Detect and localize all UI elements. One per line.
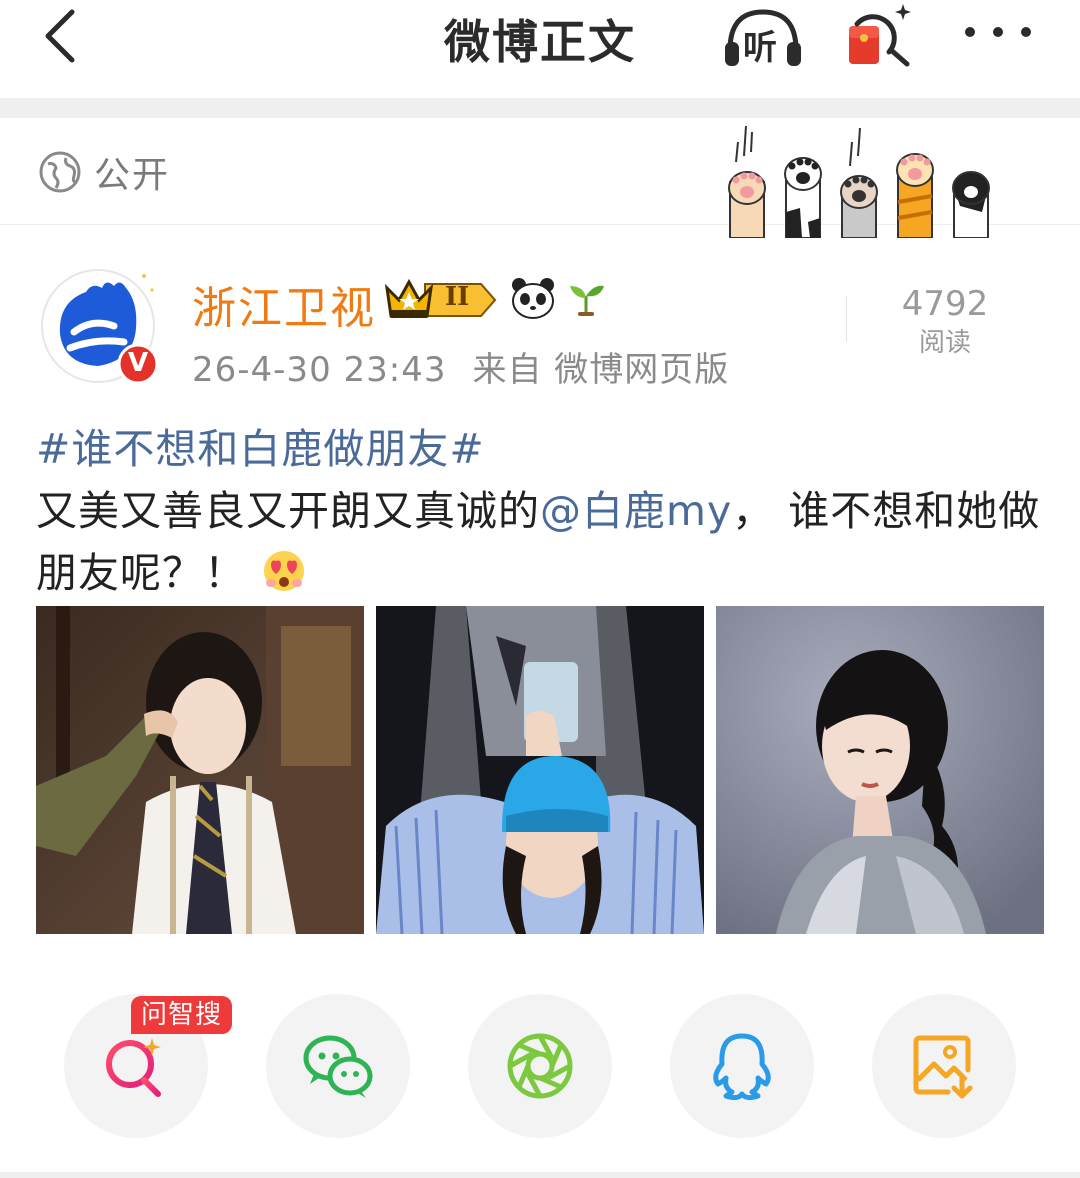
qq-share-button[interactable]: [670, 994, 814, 1138]
wechat-icon: [303, 1035, 373, 1098]
post-body: #谁不想和白鹿做朋友# 又美又善良又开朗又真诚的@白鹿my， 谁不想和她做朋友呢…: [36, 418, 1046, 604]
wechat-share-button[interactable]: [266, 994, 410, 1138]
listen-button[interactable]: 听: [722, 4, 804, 70]
cat-paws-decoration: [728, 125, 990, 238]
ai-search-tag: 问智搜: [131, 996, 233, 1034]
stats-divider: [846, 296, 847, 342]
visibility-label: 公开: [94, 155, 171, 196]
qq-icon: [713, 1033, 771, 1101]
ai-search-icon: [106, 1038, 161, 1097]
post-meta: 26-4-30 23:43 来自 微博网页版: [192, 342, 729, 391]
save-image-icon: [913, 1035, 973, 1099]
crown-level-badge[interactable]: II: [384, 274, 500, 322]
mention-link[interactable]: @白鹿my: [540, 487, 732, 535]
bottom-divider: [0, 1172, 1080, 1178]
post-text-part-1: 又美又善良又开朗又真诚的: [36, 487, 540, 535]
save-image-share-button[interactable]: [872, 994, 1016, 1138]
moments-share-button[interactable]: [468, 994, 612, 1138]
more-dots-icon[interactable]: [962, 20, 1034, 44]
section-divider: [0, 98, 1080, 118]
topic-link[interactable]: #谁不想和白鹿做朋友#: [36, 425, 485, 473]
author-name[interactable]: 浙江卫视: [192, 272, 376, 336]
moments-icon: [507, 1033, 573, 1099]
listen-label: 听: [743, 28, 777, 68]
post-image-2[interactable]: [376, 606, 704, 934]
author-avatar[interactable]: V: [40, 268, 159, 386]
post-image-1[interactable]: [36, 606, 364, 934]
read-count: 4792: [901, 284, 989, 324]
sprout-badge-icon[interactable]: [566, 278, 606, 318]
crown-level-text: II: [445, 282, 470, 312]
post-source[interactable]: 来自 微博网页版: [473, 350, 730, 390]
page-title: 微博正文: [444, 15, 636, 69]
globe-icon: [39, 151, 81, 193]
panda-badge-icon[interactable]: [510, 276, 556, 320]
post-time: 26-4-30 23:43: [192, 350, 447, 390]
heart-eyes-emoji-icon: [264, 551, 304, 591]
post-image-3[interactable]: [716, 606, 1044, 934]
read-label: 阅读: [918, 328, 971, 358]
verified-badge: V: [127, 348, 149, 378]
red-packet-search-icon[interactable]: [845, 0, 917, 70]
